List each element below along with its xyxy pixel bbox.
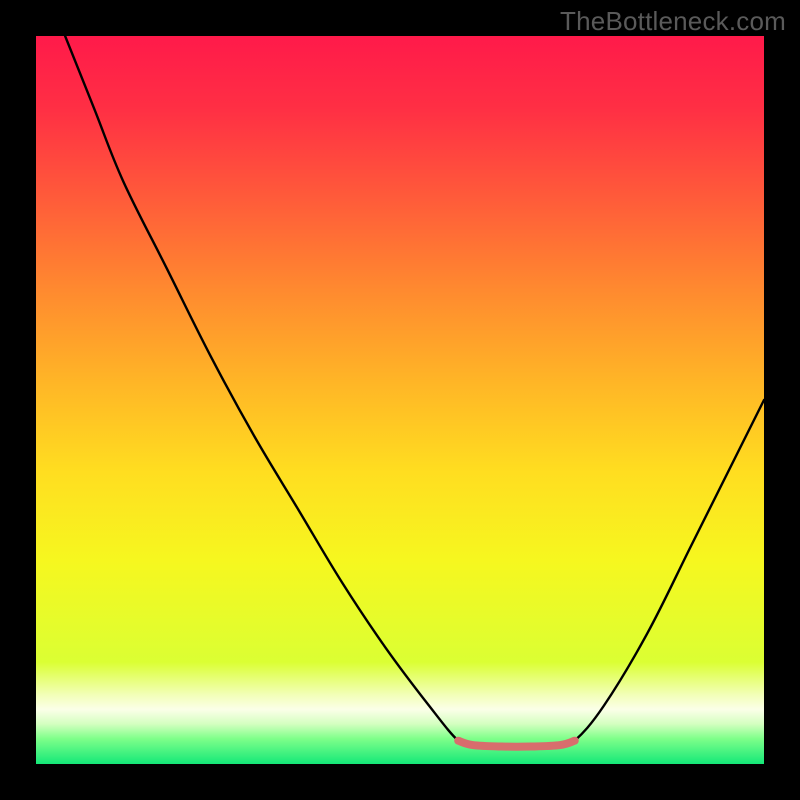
bottleneck-chart	[36, 36, 764, 764]
watermark-text: TheBottleneck.com	[560, 6, 786, 37]
gradient-background	[36, 36, 764, 764]
plot-area	[36, 36, 764, 764]
chart-frame: TheBottleneck.com	[0, 0, 800, 800]
